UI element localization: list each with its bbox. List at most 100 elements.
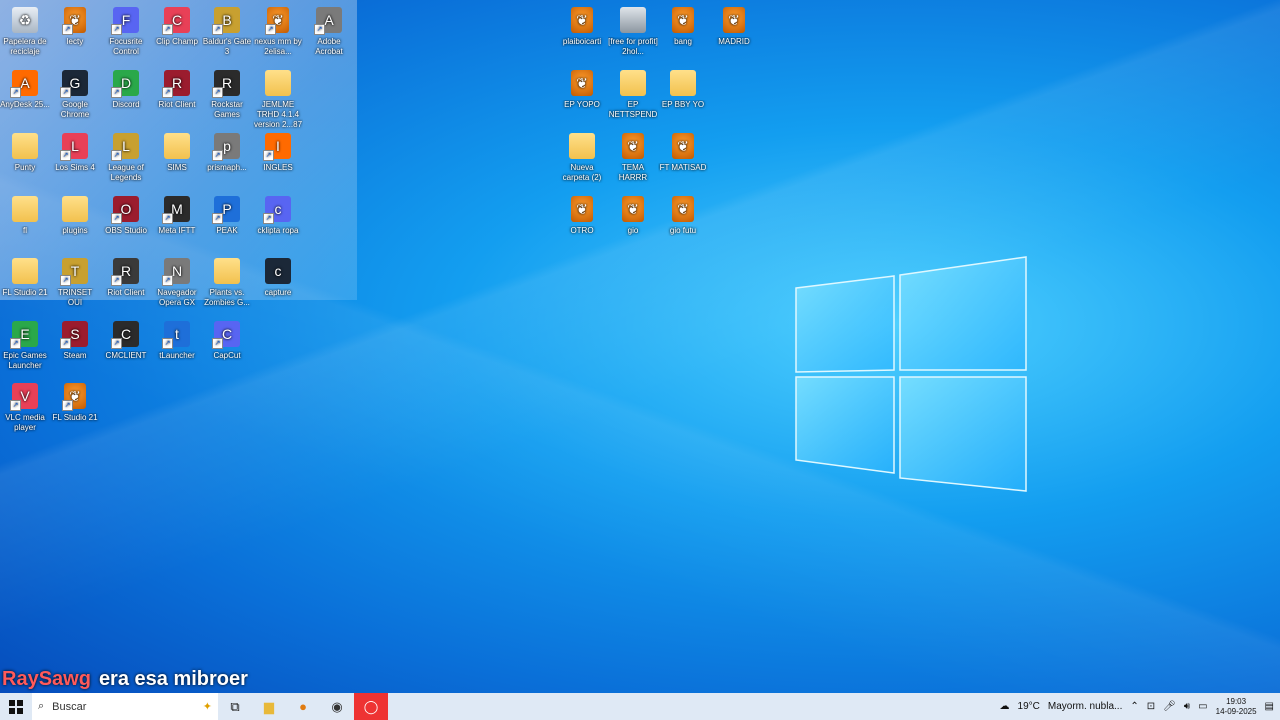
network-icon[interactable]: ⊡ — [1147, 701, 1155, 712]
desktop-icon-label: Google Chrome — [60, 100, 90, 119]
desktop-icon[interactable]: O OBS Studio — [101, 196, 151, 236]
desktop-icon[interactable]: plugins — [50, 196, 100, 236]
weather-icon[interactable]: ☁ — [1000, 701, 1010, 712]
app-icon: C — [162, 7, 190, 35]
desktop-icon-label: Epic Games Launcher — [3, 351, 47, 370]
desktop-icon[interactable]: N Navegador Opera GX — [152, 258, 202, 308]
desktop-icon-label: fl — [23, 226, 27, 235]
desktop-icon-label: gio — [627, 226, 639, 235]
desktop-icon[interactable]: ❦ TEMA HARRR — [608, 133, 658, 183]
weather-desc[interactable]: Mayorm. nubla... — [1048, 701, 1122, 712]
desktop-icon[interactable]: c capture — [253, 258, 303, 298]
clock-time: 19:03 — [1226, 696, 1247, 706]
desktop-icon[interactable]: FL Studio 21 — [0, 258, 50, 298]
clock-date: 14-09-2025 — [1215, 706, 1257, 716]
desktop-icon[interactable]: Nueva carpeta (2) — [557, 133, 607, 183]
desktop-icon[interactable]: fl — [0, 196, 50, 236]
desktop-icon[interactable]: A AnyDesk 25... — [0, 70, 50, 110]
taskbar-search[interactable]: ⌕ Buscar ✦ — [32, 693, 218, 720]
fl-studio-project-icon: ❦ — [62, 383, 86, 411]
desktop-icon-label: Meta IFTT — [158, 226, 196, 235]
app-icon: R — [212, 70, 240, 98]
desktop-icon[interactable]: C Clip Champ — [152, 7, 202, 47]
obs-taskbar-button[interactable]: ◉ — [320, 693, 354, 720]
desktop-icon-label: SIMS — [167, 163, 187, 172]
desktop-icon[interactable]: D Discord — [101, 70, 151, 110]
desktop-icon[interactable]: A Adobe Acrobat — [304, 7, 354, 57]
desktop-icon[interactable]: Plants vs. Zombies G... — [202, 258, 252, 308]
desktop-icon[interactable]: ❦ lecty — [50, 7, 100, 47]
app-icon: A — [10, 70, 38, 98]
desktop-icon[interactable]: V VLC media player — [0, 383, 50, 433]
desktop-icon[interactable]: G Google Chrome — [50, 70, 100, 120]
desktop-icon-label: prismaph... — [207, 163, 247, 172]
display-icon[interactable]: ▭ — [1198, 701, 1207, 712]
desktop-icon[interactable]: R Rockstar Games — [202, 70, 252, 120]
task-view-button[interactable]: ⧉ — [218, 693, 252, 720]
desktop-icon[interactable]: I INGLES — [253, 133, 303, 173]
desktop-icon[interactable]: ♻ Papelera de reciclaje — [0, 7, 50, 57]
app-icon: t — [162, 321, 190, 349]
desktop-icon[interactable]: ❦ OTRO — [557, 196, 607, 236]
desktop-icon[interactable]: ❦ plaiboicarti — [557, 7, 607, 47]
desktop-icon[interactable]: t tLauncher — [152, 321, 202, 361]
fl-studio-project-icon: ❦ — [723, 7, 745, 33]
microphone-icon[interactable]: 🎤︎ — [1163, 701, 1176, 712]
fl-studio-project-icon: ❦ — [62, 7, 86, 35]
fl-studio-project-icon: ❦ — [622, 133, 644, 159]
desktop-icon[interactable]: P PEAK — [202, 196, 252, 236]
notifications-icon[interactable]: ▤ — [1265, 701, 1274, 712]
start-button[interactable] — [0, 693, 32, 720]
desktop-icon-label: Steam — [63, 351, 87, 360]
desktop-icon[interactable]: SIMS — [152, 133, 202, 173]
desktop-icon[interactable]: R Riot Client — [152, 70, 202, 110]
app-icon: V — [10, 383, 38, 411]
desktop-icon[interactable]: ❦ EP YOPO — [557, 70, 607, 110]
clock[interactable]: 19:03 14-09-2025 — [1216, 697, 1257, 717]
desktop-icon[interactable]: EP NETTSPEND — [608, 70, 658, 120]
app-icon: E — [10, 321, 38, 349]
desktop-icon-label: PEAK — [216, 226, 238, 235]
app-icon: O — [111, 196, 139, 224]
desktop-icon-label: gio futu — [669, 226, 697, 235]
desktop-icon[interactable]: R Riot Client — [101, 258, 151, 298]
desktop-icon[interactable]: Punty — [0, 133, 50, 173]
desktop-icon-label: League of Legends — [108, 163, 144, 182]
weather-temp[interactable]: 19°C — [1018, 701, 1040, 712]
desktop-icon[interactable]: ❦ FT MATISAD — [658, 133, 708, 173]
desktop-icon[interactable]: ❦ FL Studio 21 — [50, 383, 100, 423]
desktop-icon[interactable]: B Baldur's Gate 3 — [202, 7, 252, 57]
desktop-icon[interactable]: F Focusrite Control — [101, 7, 151, 57]
fl-studio-taskbar-button[interactable]: ● — [286, 693, 320, 720]
chevron-up-icon[interactable]: ⌃ — [1130, 701, 1138, 712]
taskbar: ⌕ Buscar ✦ ⧉ ▆ ● ◉ ◯ ☁ 19°C Mayorm. nubl… — [0, 693, 1280, 720]
desktop-icon[interactable]: M Meta IFTT — [152, 196, 202, 236]
desktop-icon-label: INGLES — [263, 163, 293, 172]
desktop-icon-label: EP BBY YO — [661, 100, 705, 109]
desktop-icon[interactable]: ❦ nexus mm by 2elisa... — [253, 7, 303, 57]
desktop-icon[interactable]: L Los Sims 4 — [50, 133, 100, 173]
desktop-icon[interactable]: ❦ gio — [608, 196, 658, 236]
desktop-icon-label: Nueva carpeta (2) — [562, 163, 602, 182]
file-explorer-button[interactable]: ▆ — [252, 693, 286, 720]
search-icon: ⌕ — [38, 700, 45, 712]
desktop-icon[interactable]: ❦ gio futu — [658, 196, 708, 236]
desktop-icon[interactable]: c cklipta ropa — [253, 196, 303, 236]
desktop-icon-label: VLC media player — [5, 413, 45, 432]
desktop-icon[interactable]: E Epic Games Launcher — [0, 321, 50, 371]
desktop-icon[interactable]: C CMCLIENT — [101, 321, 151, 361]
volume-icon[interactable]: 🔊︎ — [1184, 701, 1190, 712]
desktop-icon[interactable]: C CapCut — [202, 321, 252, 361]
app-icon: P — [212, 196, 240, 224]
desktop-icon[interactable]: [free for profit] 2hol... — [608, 7, 658, 57]
desktop-icon[interactable]: JEMLME TRHD 4.1.4 version 2...87 — [253, 70, 303, 130]
desktop-icon[interactable]: T TRINSET OUI — [50, 258, 100, 308]
folder-icon — [214, 258, 240, 284]
desktop-icon[interactable]: ❦ MADRID — [709, 7, 759, 47]
opera-taskbar-button[interactable]: ◯ — [354, 693, 388, 720]
desktop-icon[interactable]: S Steam — [50, 321, 100, 361]
desktop-icon[interactable]: L League of Legends — [101, 133, 151, 183]
desktop-icon[interactable]: p prismaph... — [202, 133, 252, 173]
desktop-icon[interactable]: EP BBY YO — [658, 70, 708, 110]
desktop-icon[interactable]: ❦ bang — [658, 7, 708, 47]
